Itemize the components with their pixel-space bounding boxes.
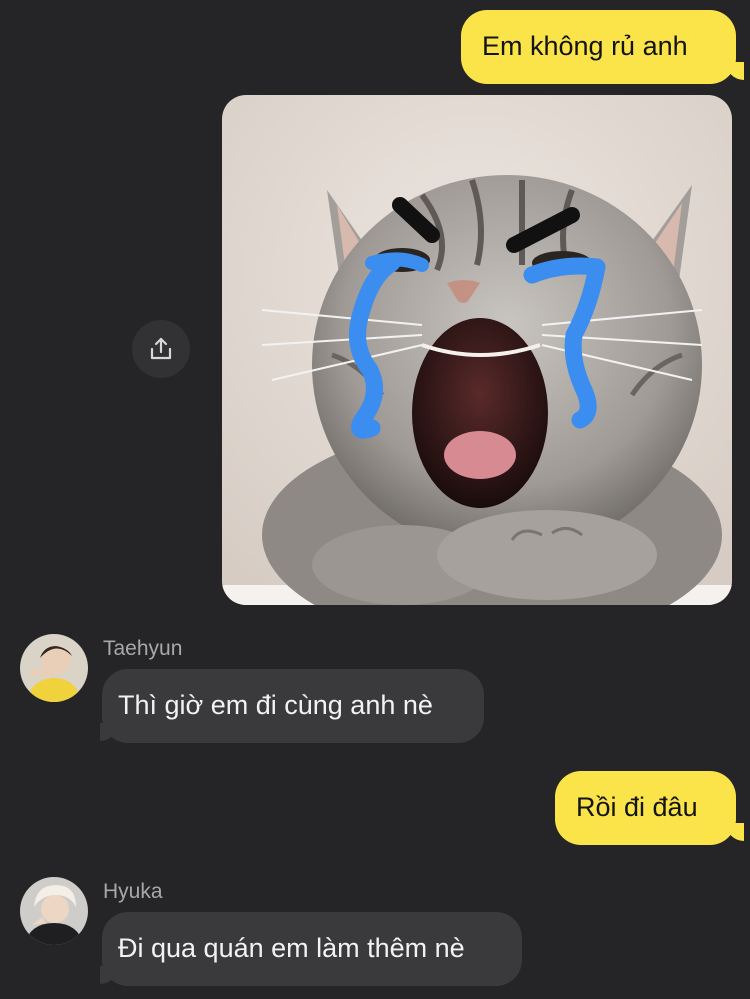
message-text: Thì giờ em đi cùng anh nè <box>118 690 433 720</box>
message-bubble-outgoing[interactable]: Rồi đi đâu <box>555 771 736 845</box>
message-bubble-incoming[interactable]: Đi qua quán em làm thêm nè <box>102 912 522 986</box>
bubble-tail <box>726 62 744 80</box>
avatar-taehyun[interactable] <box>20 634 88 702</box>
sender-name: Hyuka <box>103 880 163 903</box>
cat-illustration <box>222 95 732 605</box>
message-bubble-incoming[interactable]: Thì giờ em đi cùng anh nè <box>102 669 484 743</box>
avatar-image <box>20 634 88 702</box>
crying-cat-photo[interactable] <box>222 95 732 605</box>
share-button[interactable] <box>132 320 190 378</box>
message-text: Đi qua quán em làm thêm nè <box>118 933 465 963</box>
avatar-hyuka[interactable] <box>20 877 88 945</box>
message-text: Em không rủ anh <box>482 31 688 61</box>
avatar-image <box>20 877 88 945</box>
message-text: Rồi đi đâu <box>576 792 698 822</box>
bubble-tail <box>726 823 744 841</box>
message-bubble-outgoing[interactable]: Em không rủ anh <box>461 10 736 84</box>
share-icon <box>150 337 172 360</box>
sender-name: Taehyun <box>103 637 183 660</box>
